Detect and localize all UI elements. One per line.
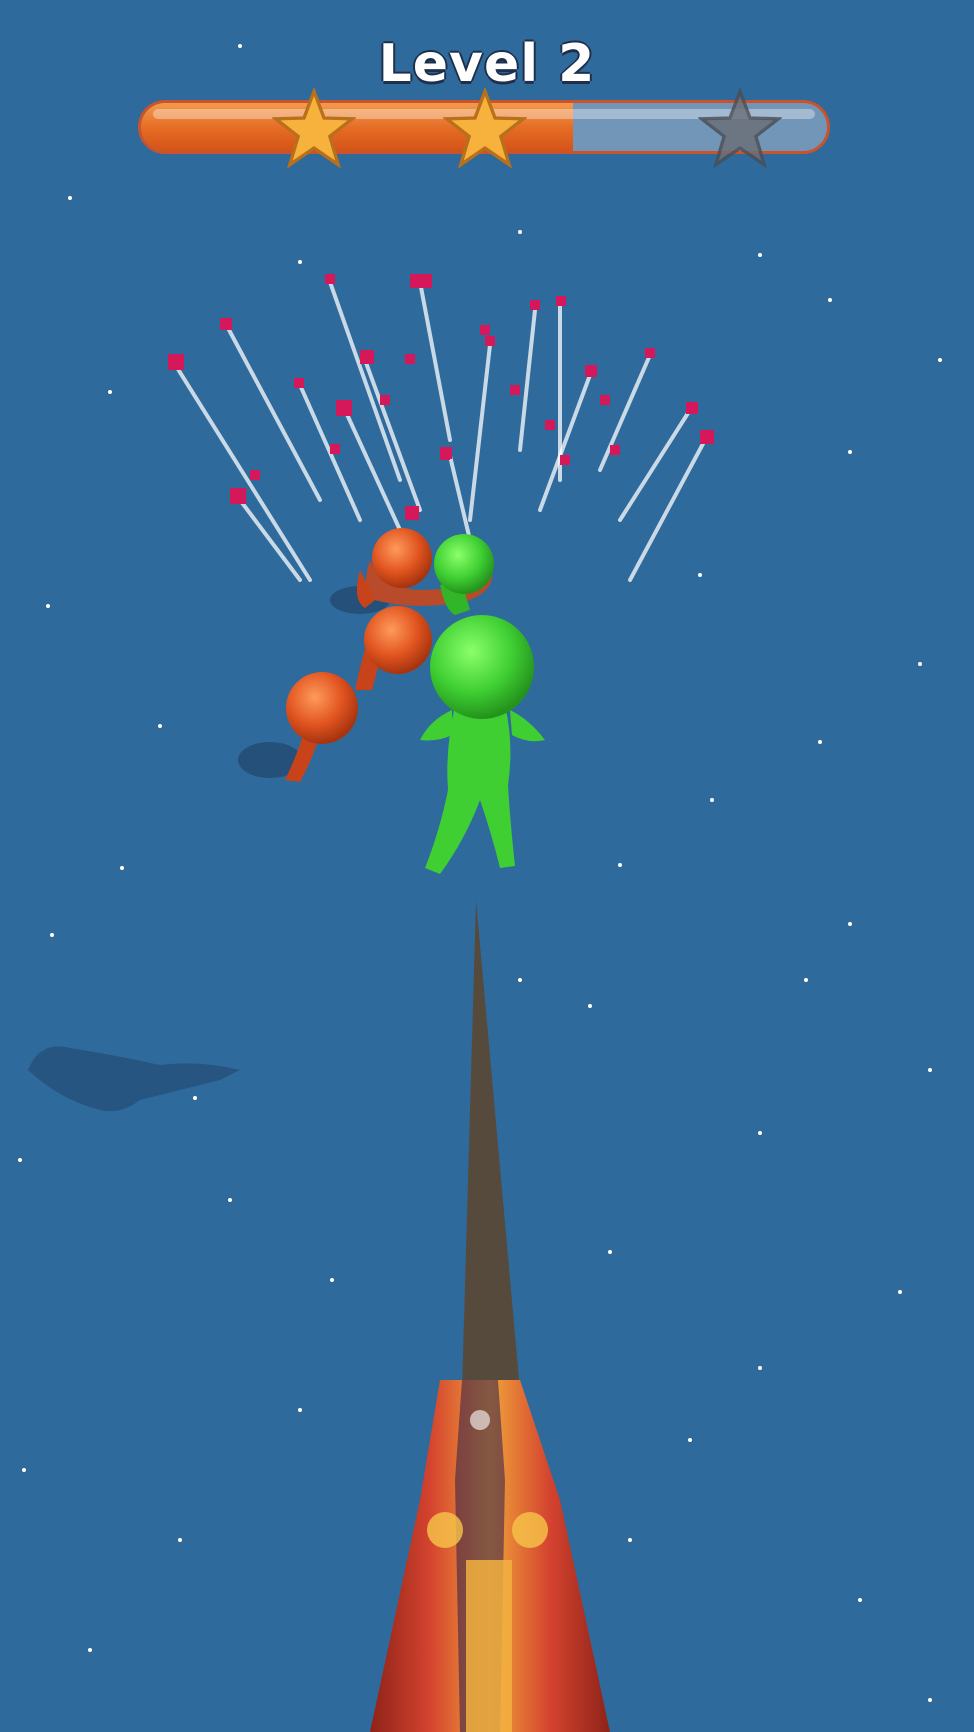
harpoon-rope [462, 900, 520, 1390]
level-hud: Level 2 [0, 0, 974, 180]
level-title: Level 2 [378, 34, 596, 94]
player-stickman[interactable] [420, 615, 545, 874]
enemy-stickman-1[interactable] [285, 672, 358, 782]
enemy-stickman-2[interactable] [355, 606, 432, 690]
spear-launcher[interactable] [370, 1380, 610, 1732]
hit-confetti [168, 274, 714, 582]
game-scene[interactable] [0, 0, 974, 1732]
star-3-icon [698, 88, 782, 168]
star-1-icon [272, 88, 356, 168]
bird-shadow [28, 1046, 240, 1112]
star-2-icon [443, 88, 527, 168]
